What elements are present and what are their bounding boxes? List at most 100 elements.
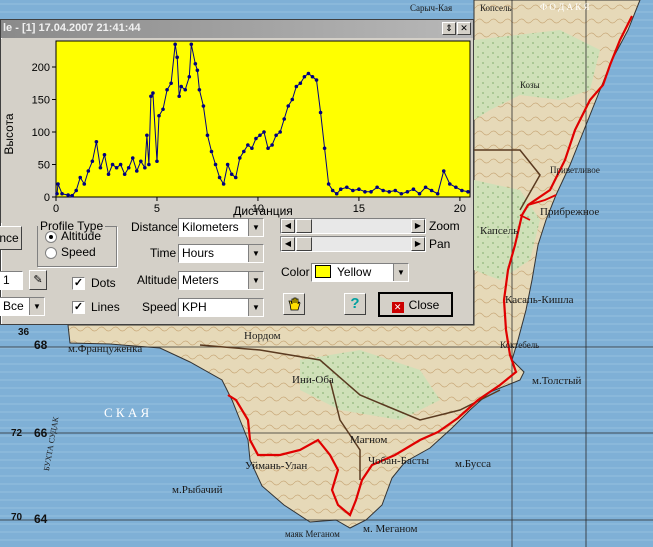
chart-y-axis-label: Высота xyxy=(2,113,16,155)
restore-button[interactable]: ⇕ xyxy=(442,22,456,35)
map-place-label: Уймань-Улан xyxy=(245,460,308,472)
map-place-label: маяк Меганом xyxy=(285,529,340,539)
partial-distance-button[interactable]: nce xyxy=(0,226,22,250)
chart-data-point xyxy=(201,104,206,108)
chart-data-point xyxy=(66,193,70,197)
chart-data-point xyxy=(246,143,250,147)
map-place-label: Капсель xyxy=(480,225,519,237)
chart-data-point xyxy=(423,185,428,190)
chart-data-point xyxy=(213,162,218,167)
chevron-down-icon: ▼ xyxy=(29,298,44,315)
chart-data-point xyxy=(375,185,379,190)
color-select[interactable]: Yellow ▼ xyxy=(311,263,409,282)
map-place-label: м. Меганом xyxy=(363,523,418,535)
chart-data-point xyxy=(417,191,422,196)
chart-y-tick-label: 50 xyxy=(38,160,50,172)
chart-data-point xyxy=(411,187,416,191)
distance-label: Distance xyxy=(131,220,178,234)
zoom-right-arrow-icon[interactable]: ▶ xyxy=(411,219,425,233)
lines-checkbox[interactable]: ✓ xyxy=(72,301,85,314)
chevron-down-icon: ▼ xyxy=(248,299,263,316)
speed-radio[interactable] xyxy=(45,247,57,259)
time-label: Time xyxy=(150,246,177,260)
color-label: Color xyxy=(281,265,310,279)
map-place-label: Касапь-Кишла xyxy=(505,294,574,306)
segment-select[interactable]: Все ▼ xyxy=(0,297,45,316)
chart-data-point xyxy=(448,182,452,186)
profile-window: le - [1] 17.04.2007 21:41:44 ⇕ ✕ 0 5 10 15 2… xyxy=(0,19,474,325)
map-grid-label: 72 xyxy=(11,428,23,439)
chart-data-point xyxy=(334,191,339,196)
altitude-radio[interactable] xyxy=(45,231,57,243)
chart-data-point xyxy=(134,169,139,173)
chevron-down-icon: ▼ xyxy=(393,264,408,281)
chart-data-point xyxy=(183,87,188,92)
chart-y-tick-label: 0 xyxy=(44,192,50,204)
chart-data-point xyxy=(173,42,177,47)
window-titlebar[interactable]: le - [1] 17.04.2007 21:41:44 ⇕ ✕ xyxy=(1,20,473,38)
map-grid-label: 64 xyxy=(34,512,48,526)
chart-data-point xyxy=(258,133,262,138)
chart-data-point xyxy=(266,146,270,151)
speed-unit-select[interactable]: KPH ▼ xyxy=(178,298,264,317)
pan-right-arrow-icon[interactable]: ▶ xyxy=(411,237,425,251)
chevron-down-icon: ▼ xyxy=(248,272,263,289)
chart-data-point xyxy=(78,175,83,180)
chart-data-point xyxy=(466,190,470,194)
chart-data-point xyxy=(225,162,230,167)
map-place-label: Прибрежное xyxy=(540,206,600,218)
zoom-slider-thumb[interactable] xyxy=(296,219,312,233)
distance-unit-select[interactable]: Kilometers ▼ xyxy=(178,218,264,237)
chart-data-point xyxy=(302,74,307,79)
chevron-down-icon: ▼ xyxy=(248,245,263,262)
hand-icon[interactable] xyxy=(283,293,305,315)
altitude-unit-select[interactable]: Meters ▼ xyxy=(178,271,264,290)
elevation-profile-chart: 0 5 10 15 20050100150200 Высота Дистанция xyxy=(1,39,473,223)
zoom-slider[interactable]: ◀ ▶ xyxy=(280,218,426,234)
map-place-label: С К А Я xyxy=(104,405,150,420)
close-window-button[interactable]: ✕ xyxy=(457,22,471,35)
chart-data-point xyxy=(74,188,78,193)
chart-data-point xyxy=(175,55,179,60)
chart-data-point xyxy=(351,188,355,193)
profile-type-group: Profile Type xyxy=(37,219,117,267)
chart-data-point xyxy=(326,182,331,186)
chart-data-point xyxy=(310,74,315,79)
close-button[interactable]: ✕ Close xyxy=(378,292,453,317)
altitude-unit-label: Altitude xyxy=(137,273,178,287)
chart-data-point xyxy=(460,188,464,193)
help-button[interactable]: ? xyxy=(344,293,366,315)
chart-data-point xyxy=(177,94,181,99)
zoom-left-arrow-icon[interactable]: ◀ xyxy=(281,219,295,233)
pan-left-arrow-icon[interactable]: ◀ xyxy=(281,237,295,251)
chart-data-point xyxy=(363,190,367,194)
chart-data-point xyxy=(197,87,202,92)
chart-data-point xyxy=(143,165,147,170)
edit-icon[interactable]: ✎ xyxy=(29,270,47,290)
pan-slider-thumb[interactable] xyxy=(296,237,312,251)
dots-label: Dots xyxy=(91,276,116,290)
chart-data-point xyxy=(205,133,210,138)
chart-data-point xyxy=(369,190,373,194)
map-grid-label: 68 xyxy=(34,338,48,352)
chart-data-point xyxy=(262,130,266,134)
chart-data-point xyxy=(114,165,119,170)
dots-checkbox[interactable]: ✓ xyxy=(72,277,85,290)
map-place-label: Приветливое xyxy=(550,165,600,175)
chart-data-point xyxy=(195,68,200,73)
track-number-input[interactable]: 1 xyxy=(0,271,23,290)
speed-radio-label: Speed xyxy=(61,245,96,259)
time-unit-select[interactable]: Hours ▼ xyxy=(178,244,264,263)
chart-data-point xyxy=(237,156,242,160)
chart-data-point xyxy=(254,136,258,141)
chevron-down-icon: ▼ xyxy=(248,219,263,236)
chart-data-point xyxy=(217,175,222,180)
chart-data-point xyxy=(229,172,234,177)
map-place-label: м.Бусса xyxy=(455,458,492,470)
pan-slider[interactable]: ◀ ▶ xyxy=(280,236,426,252)
chart-data-point xyxy=(306,71,311,76)
chart-data-point xyxy=(145,133,149,138)
chart-data-point xyxy=(165,87,169,92)
chart-data-point xyxy=(290,97,295,102)
map-place-label: Копсель xyxy=(480,3,512,13)
